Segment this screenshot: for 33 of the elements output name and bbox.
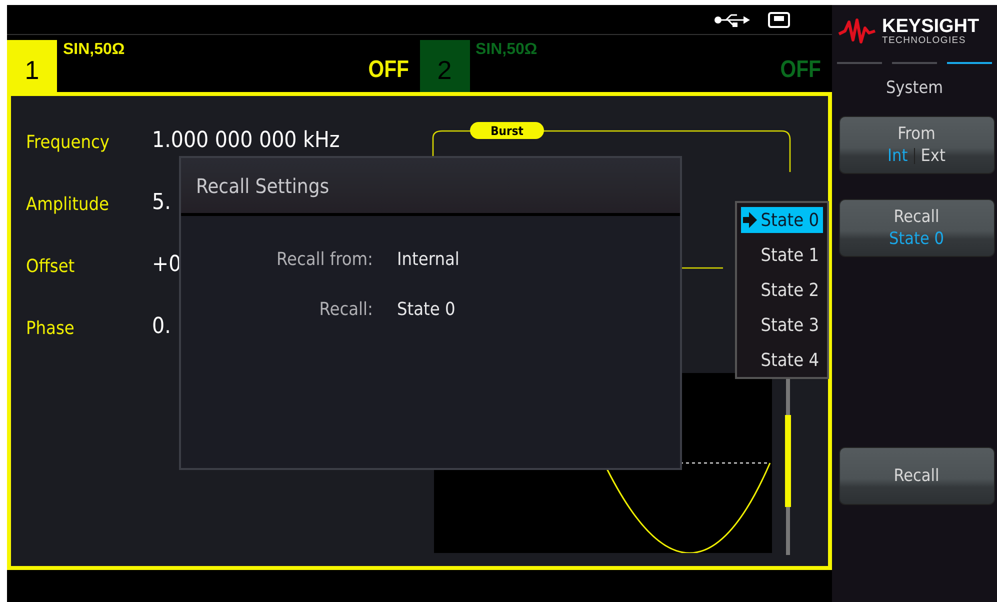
output-state: OFF [368, 56, 410, 85]
field-value: Internal [397, 248, 460, 270]
dropdown-item[interactable]: State 3 [741, 312, 823, 338]
dropdown-item[interactable]: State 1 [741, 242, 823, 268]
parameter-value: 1.000 000 000 kHz [152, 129, 340, 153]
logo-subtitle: TECHNOLOGIES [882, 36, 967, 46]
logo-name: KEYSIGHT [882, 16, 980, 36]
menu-title: System [886, 78, 944, 100]
parameter-label: Phase [26, 318, 76, 339]
dialog-title: Recall Settings [196, 174, 330, 198]
field-value: State 0 [397, 298, 456, 320]
network-port-icon [768, 12, 790, 28]
softkey[interactable]: Recall State 0 [838, 199, 994, 257]
dropdown-item[interactable]: State 2 [741, 277, 823, 303]
arrow-icon [742, 212, 757, 228]
output-state: OFF [780, 56, 822, 85]
usb-icon [714, 12, 750, 26]
softkey[interactable]: From Int Ext [838, 116, 994, 174]
channel-mode: SIN,50Ω [474, 40, 538, 60]
burst-label: Burst [470, 122, 544, 139]
parameter-value: 5. [152, 191, 171, 215]
parameter-label: Frequency [26, 132, 110, 153]
field-label: Recall from: [276, 248, 373, 270]
dropdown-item[interactable]: State 0 [741, 207, 823, 233]
channel-tab[interactable]: 1 [7, 40, 57, 92]
channel-mode: SIN,50Ω [62, 40, 125, 60]
softkey[interactable]: Recall [838, 447, 994, 505]
parameter-label: Offset [26, 256, 76, 277]
dropdown-item[interactable]: State 4 [741, 347, 823, 373]
logo-wave-icon [838, 18, 876, 44]
field-label: Recall: [318, 298, 373, 320]
parameter-value: 0. [152, 315, 171, 339]
parameter-label: Amplitude [26, 194, 110, 215]
